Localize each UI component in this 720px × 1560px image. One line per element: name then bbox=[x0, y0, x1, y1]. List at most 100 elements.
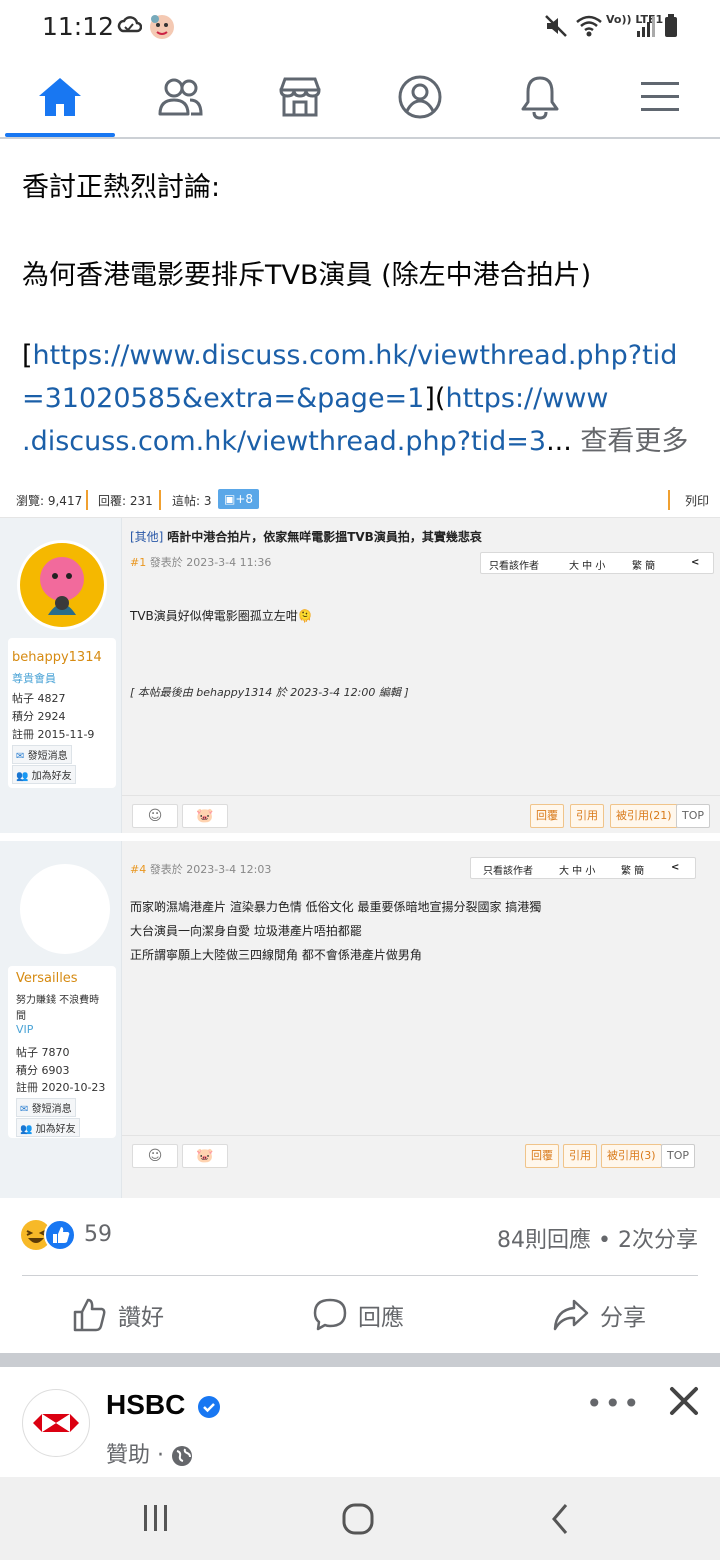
reaction-count[interactable]: 59 bbox=[84, 1222, 112, 1247]
forum-toolbar: 瀏覽: 9,417 回覆: 231 這帖: 3 ▣+8 列印 bbox=[0, 482, 720, 518]
post-link-line2b[interactable]: https://www bbox=[445, 383, 608, 414]
nav-active-indicator bbox=[5, 133, 115, 137]
post1-title: [其他] 唔計中港合拍片，依家無咩電影搵TVB演員拍，其實幾悲哀 bbox=[130, 530, 482, 544]
verified-badge-icon bbox=[198, 1395, 221, 1418]
post-actions: 讚好 回應 分享 bbox=[0, 1277, 720, 1353]
post1-posts: 帖子 4827 bbox=[12, 692, 66, 705]
recent-apps-icon bbox=[144, 1505, 167, 1531]
post1-reply-button[interactable]: 回覆 bbox=[530, 804, 564, 828]
post1-meta: #1 發表於 2023-3-4 11:36 bbox=[130, 556, 272, 569]
sponsored-label: 贊助 · bbox=[106, 1437, 193, 1469]
post4-rank: VIP bbox=[16, 1023, 34, 1036]
signal-icon bbox=[636, 13, 658, 43]
status-bar: 11:12 Vo)) LTE1 bbox=[0, 0, 720, 56]
post1-reg: 註冊 2015-11-9 bbox=[12, 728, 95, 741]
forum-badge: ▣+8 bbox=[218, 489, 260, 509]
post1-sidebar: behappy1314 尊貴會員 帖子 4827 積分 2924 註冊 2015… bbox=[0, 518, 122, 833]
advertiser-name[interactable]: HSBC bbox=[106, 1389, 221, 1421]
like-button[interactable]: 讚好 bbox=[72, 1277, 164, 1353]
post4-sidebar: Versailles 努力賺錢 不浪費時 間 VIP 帖子 7870 積分 69… bbox=[0, 841, 122, 1198]
back-icon bbox=[552, 1504, 568, 1534]
wifi-icon bbox=[574, 13, 604, 43]
share-button[interactable]: 分享 bbox=[552, 1277, 646, 1353]
post1-username[interactable]: behappy1314 bbox=[12, 650, 102, 665]
home-icon bbox=[39, 78, 81, 116]
sponsored-post-header: HSBC 贊助 · ••• bbox=[0, 1367, 720, 1477]
post-link-line3[interactable]: .discuss.com.hk/viewthread.php?tid=3 bbox=[22, 426, 546, 457]
post-link-line1[interactable]: https://www.discuss.com.hk/viewthread.ph… bbox=[33, 340, 678, 371]
post4-quoted-button[interactable]: 被引用(3) bbox=[601, 1144, 662, 1168]
post4-avatar bbox=[20, 864, 110, 954]
post1-top-button[interactable]: TOP bbox=[676, 804, 711, 828]
forum-post-1: behappy1314 尊貴會員 帖子 4827 積分 2924 註冊 2015… bbox=[0, 518, 720, 833]
nav-home[interactable] bbox=[0, 56, 120, 138]
nav-menu[interactable] bbox=[600, 56, 720, 138]
post4-points: 積分 6903 bbox=[16, 1064, 70, 1077]
post1-emoji-button[interactable]: ☺ bbox=[132, 804, 178, 828]
post1-pm-button[interactable]: ✉ 發短消息 bbox=[12, 745, 72, 764]
close-icon[interactable] bbox=[666, 1383, 702, 1423]
post-link-line2a[interactable]: =31020585&extra=&page=1 bbox=[22, 383, 424, 414]
status-time: 11:12 bbox=[42, 12, 115, 41]
reactions-bar[interactable]: 59 84則回應 • 2次分享 bbox=[0, 1200, 720, 1276]
menu-icon bbox=[641, 82, 679, 111]
forum-posts: 這帖: 3 bbox=[172, 494, 212, 508]
post4-top-button[interactable]: TOP bbox=[661, 1144, 696, 1168]
comment-share-count[interactable]: 84則回應 • 2次分享 bbox=[497, 1222, 698, 1254]
post-link-block[interactable]: [https://www.discuss.com.hk/viewthread.p… bbox=[22, 334, 702, 463]
see-more-link[interactable]: 查看更多 bbox=[580, 426, 688, 457]
share-icon bbox=[553, 1299, 589, 1331]
post1-bottom-bar: ☺ 🐷 回覆 引用 被引用(21) TOP bbox=[122, 795, 720, 833]
forum-screenshot[interactable]: 瀏覽: 9,417 回覆: 231 這帖: 3 ▣+8 列印 behappy13… bbox=[0, 482, 720, 1198]
post4-meta: #4 發表於 2023-3-4 12:03 bbox=[130, 863, 272, 876]
cloud-sync-icon bbox=[116, 13, 143, 43]
post-text-line1: 香討正熱烈討論: bbox=[22, 172, 221, 203]
post1-pig-button[interactable]: 🐷 bbox=[182, 804, 228, 828]
nav-profile[interactable] bbox=[360, 56, 480, 138]
post4-username[interactable]: Versailles bbox=[16, 971, 78, 986]
post1-friend-button[interactable]: 👥 加為好友 bbox=[12, 765, 76, 784]
recent-apps-button[interactable] bbox=[140, 1503, 172, 1537]
post4-reply-button[interactable]: 回覆 bbox=[525, 1144, 559, 1168]
post4-post-buttons[interactable]: 只看該作者 大 中 小 繁 簡 < bbox=[470, 857, 696, 879]
post1-avatar bbox=[17, 540, 107, 630]
back-button[interactable] bbox=[546, 1501, 574, 1541]
post1-points: 積分 2924 bbox=[12, 710, 66, 723]
mute-icon bbox=[543, 13, 569, 43]
post4-emoji-button[interactable]: ☺ bbox=[132, 1144, 178, 1168]
post4-reg: 註冊 2020-10-23 bbox=[16, 1081, 106, 1094]
post4-pm-button[interactable]: ✉ 發短消息 bbox=[16, 1098, 76, 1117]
post4-bottom-bar: ☺ 🐷 回覆 引用 被引用(3) TOP bbox=[122, 1135, 720, 1179]
nav-friends[interactable] bbox=[120, 56, 240, 138]
post4-body-line1: 而家啲濕鳩港產片 渲染暴力色情 低俗文化 最重要係暗地宣揚分裂國家 搞港獨 bbox=[130, 900, 542, 914]
post-text-line2: 為何香港電影要排斥TVB演員 (除左中港合拍片) bbox=[22, 260, 592, 291]
post1-edit-note: [ 本帖最後由 behappy1314 於 2023-3-4 12:00 編輯 … bbox=[130, 686, 409, 699]
post4-friend-button[interactable]: 👥 加為好友 bbox=[16, 1118, 80, 1137]
post4-quote-button[interactable]: 引用 bbox=[563, 1144, 597, 1168]
friends-icon bbox=[158, 78, 203, 116]
comment-button[interactable]: 回應 bbox=[312, 1277, 404, 1353]
nav-notifications[interactable] bbox=[480, 56, 600, 138]
globe-icon bbox=[172, 1446, 192, 1466]
forum-print: 列印 bbox=[685, 494, 710, 508]
post4-pig-button[interactable]: 🐷 bbox=[182, 1144, 228, 1168]
hsbc-logo[interactable] bbox=[22, 1389, 90, 1457]
post1-quoted-button[interactable]: 被引用(21) bbox=[610, 804, 678, 828]
more-options-icon[interactable]: ••• bbox=[586, 1387, 642, 1420]
top-navigation bbox=[0, 56, 720, 139]
ellipsis: ... bbox=[546, 426, 572, 457]
marketplace-icon bbox=[279, 77, 321, 117]
post4-title2: 間 bbox=[16, 1011, 26, 1022]
forum-post-4: Versailles 努力賺錢 不浪費時 間 VIP 帖子 7870 積分 69… bbox=[0, 841, 720, 1198]
post1-quote-button[interactable]: 引用 bbox=[570, 804, 604, 828]
comment-icon bbox=[313, 1298, 347, 1331]
post1-post-buttons[interactable]: 只看該作者 大 中 小 繁 簡 < bbox=[480, 552, 714, 574]
avatar-sticker-icon bbox=[148, 13, 176, 45]
forum-replies: 回覆: 231 bbox=[98, 494, 153, 508]
nav-marketplace[interactable] bbox=[240, 56, 360, 138]
forum-views: 瀏覽: 9,417 bbox=[16, 494, 83, 508]
post1-rank: 尊貴會員 bbox=[12, 672, 56, 685]
post4-body-line3: 正所謂寧願上大陸做三四線閒角 都不會係港產片做男角 bbox=[130, 948, 422, 962]
home-button[interactable] bbox=[340, 1501, 376, 1541]
thumbs-up-icon bbox=[73, 1298, 106, 1332]
